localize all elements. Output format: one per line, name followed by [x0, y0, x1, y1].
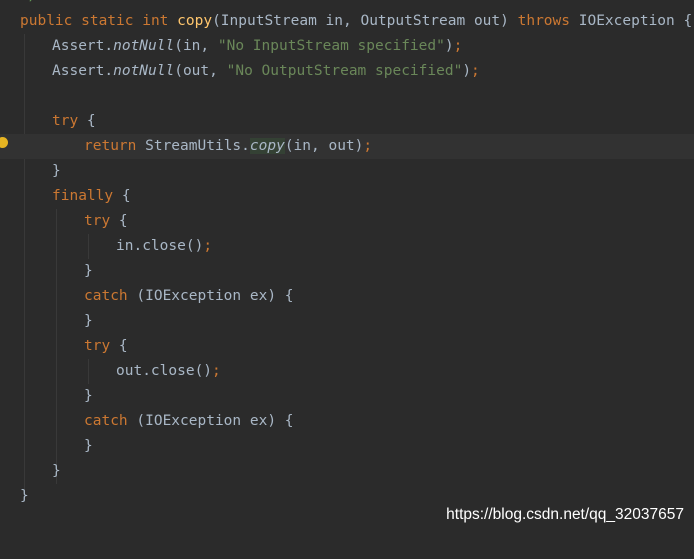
- code-line: try {: [84, 213, 128, 229]
- code-line: }: [52, 463, 61, 479]
- code-line: */: [0, 0, 694, 9]
- code-line: catch (IOException ex) {: [84, 413, 294, 429]
- highlighted-usage: copy: [249, 138, 285, 154]
- code-line: }: [84, 263, 93, 279]
- code-line: Assert.notNull(out, "No OutputStream spe…: [52, 63, 480, 79]
- code-line: finally {: [52, 188, 131, 204]
- code-line: in.close();: [116, 238, 213, 254]
- code-line: catch (IOException ex) {: [84, 288, 294, 304]
- watermark: https://blog.csdn.net/qq_32037657: [446, 506, 684, 523]
- code-line: }: [52, 163, 61, 179]
- current-line: return StreamUtils.copy(in, out);: [0, 134, 694, 159]
- code-line: try {: [52, 113, 96, 129]
- code-line: Assert.notNull(in, "No InputStream speci…: [52, 38, 463, 54]
- method-name: copy: [177, 13, 213, 29]
- code-line: }: [84, 388, 93, 404]
- code-line: public static int copy(InputStream in, O…: [20, 13, 693, 29]
- code-line: try {: [84, 338, 128, 354]
- code-editor[interactable]: */ public static int copy(InputStream in…: [0, 0, 694, 534]
- code-line: out.close();: [116, 363, 221, 379]
- code-line: }: [84, 438, 93, 454]
- code-line: }: [84, 313, 93, 329]
